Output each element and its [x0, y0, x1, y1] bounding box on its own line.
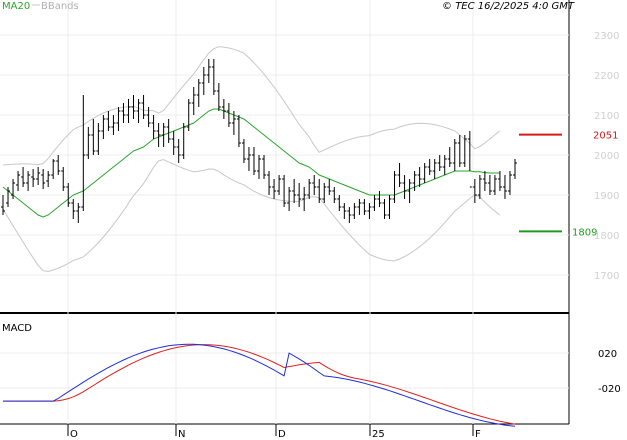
y-tick-label: 2100: [594, 111, 619, 122]
resistance-label: 2051: [593, 131, 618, 142]
bbands-legend: BBands: [41, 1, 79, 12]
ma20-legend: MA20: [2, 1, 30, 12]
x-tick-label: N: [178, 429, 185, 440]
x-tick-label: D: [278, 429, 286, 440]
y-tick-label: 1700: [594, 271, 619, 282]
price-chart: 20511809 020-020 17001800190020002100220…: [0, 0, 627, 440]
y-tick-label: 1800: [594, 231, 619, 242]
x-tick-label: 25: [372, 429, 385, 440]
y-tick-label: 2300: [594, 31, 619, 42]
x-tick-label: O: [70, 429, 78, 440]
y-tick-label: 2200: [594, 71, 619, 82]
macd-panel: 020 -020: [0, 343, 621, 427]
y-axis-area: [569, 0, 627, 440]
price-panel: [0, 0, 569, 313]
macd-tick-label: -020: [598, 384, 621, 395]
macd-line: [3, 343, 516, 427]
copyright-label: © TEC 16/2/2025 4:0 GMT: [442, 1, 575, 12]
macd-tick-label: 020: [598, 349, 617, 360]
y-tick-label: 2000: [594, 151, 619, 162]
y-tick-label: 1900: [594, 191, 619, 202]
x-tick-label: F: [475, 429, 481, 440]
macd-title: MACD: [2, 323, 32, 334]
